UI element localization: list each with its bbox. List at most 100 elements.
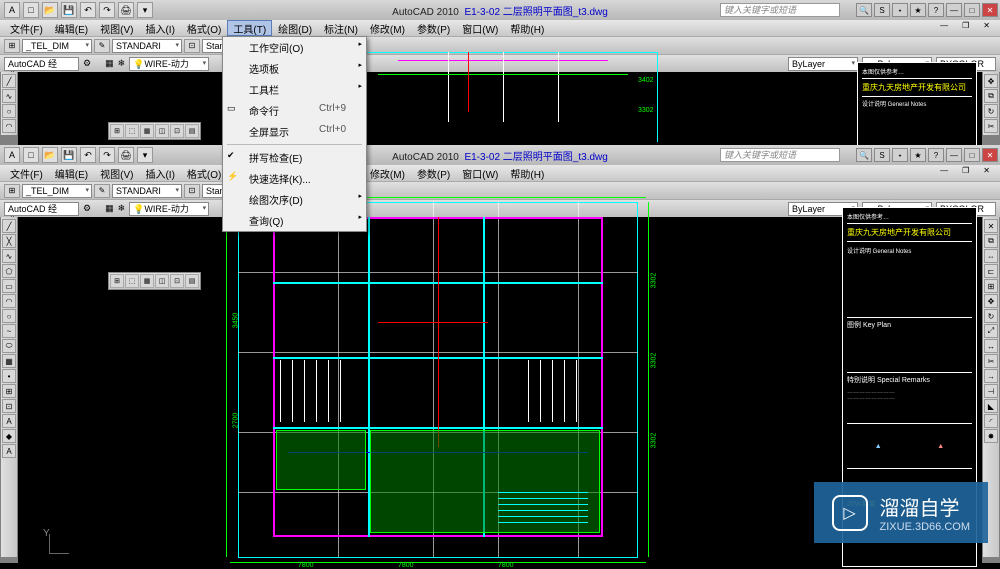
trim-icon[interactable]: ✂ [984, 119, 998, 133]
color-dropdown[interactable]: ByLayer [788, 57, 858, 71]
menu-item-toolbars[interactable]: 工具栏▸ [223, 79, 366, 100]
undo-icon[interactable]: ↶ [80, 147, 96, 163]
close-button[interactable]: ✕ [982, 3, 998, 17]
text-style-dropdown[interactable]: STANDARI [112, 184, 182, 198]
tool-icon[interactable]: ◫ [155, 274, 169, 288]
menu-edit[interactable]: 编辑(E) [49, 165, 94, 181]
floating-toolbar[interactable]: ⊞⬚ ▦◫ ⊡▤ [108, 272, 201, 290]
help-icon[interactable]: ? [928, 3, 944, 17]
point-icon[interactable]: • [2, 369, 16, 383]
menu-item-spellcheck[interactable]: ✔拼写检查(E) [223, 147, 366, 168]
menu-file[interactable]: 文件(F) [4, 165, 49, 181]
minimize-button[interactable]: — [946, 148, 962, 162]
explode-icon[interactable]: ✸ [984, 429, 998, 443]
close-button[interactable]: ✕ [982, 148, 998, 162]
menu-item-quickselect[interactable]: ⚡快速选择(K)... [223, 168, 366, 189]
layer-icon[interactable]: ▦ [105, 58, 114, 69]
xline-icon[interactable]: ╳ [2, 234, 16, 248]
menu-item-palette[interactable]: 选项板▸ [223, 58, 366, 79]
layer-icon[interactable]: ▦ [105, 203, 114, 214]
workspace-dropdown[interactable]: AutoCAD 经典 [4, 57, 79, 71]
tool-icon[interactable]: ⊞ [110, 124, 124, 138]
comm-icon[interactable]: ⋆ [892, 148, 908, 162]
tool-icon[interactable]: ⬚ [125, 274, 139, 288]
drawing-canvas[interactable]: 3402 3302 本图仅供参考… 重庆九天房地产开发有限公司 设计说明 Gen… [18, 72, 982, 145]
workspace-dropdown[interactable]: AutoCAD 经典 [4, 202, 79, 216]
circle-icon[interactable]: ○ [2, 309, 16, 323]
menu-tools[interactable]: 工具(T) [227, 20, 272, 36]
save-icon[interactable]: 💾 [61, 147, 77, 163]
dim-style-dropdown[interactable]: _TEL_DIM [22, 39, 92, 53]
redo-icon[interactable]: ↷ [99, 147, 115, 163]
erase-icon[interactable]: ✕ [984, 219, 998, 233]
copy-icon[interactable]: ⧉ [984, 89, 998, 103]
new-icon[interactable]: □ [23, 147, 39, 163]
infocenter-icon[interactable]: 🔍 [856, 148, 872, 162]
menu-view[interactable]: 视图(V) [94, 165, 139, 181]
doc-restore-icon[interactable]: ❐ [956, 20, 975, 31]
app-menu-icon[interactable]: A [4, 2, 20, 18]
menu-help[interactable]: 帮助(H) [504, 20, 550, 36]
floating-toolbar[interactable]: ⊞⬚ ▦◫ ⊡▤ [108, 122, 201, 140]
workspace-settings-icon[interactable]: ⚙ [83, 58, 91, 69]
menu-dimension[interactable]: 标注(N) [318, 20, 364, 36]
qat-dropdown-icon[interactable]: ▾ [137, 2, 153, 18]
rect-icon[interactable]: ▭ [2, 279, 16, 293]
pline-icon[interactable]: ∿ [2, 249, 16, 263]
menu-param[interactable]: 参数(P) [411, 165, 456, 181]
tool-icon[interactable]: ⊞ [4, 184, 20, 198]
table-icon[interactable]: ⊡ [2, 399, 16, 413]
move-icon[interactable]: ✥ [984, 294, 998, 308]
tool-icon[interactable]: ⊡ [184, 184, 200, 198]
layer-icon[interactable]: ❄ [118, 58, 126, 69]
tool-icon[interactable]: ✎ [94, 39, 110, 53]
scale-icon[interactable]: ⤢ [984, 324, 998, 338]
menu-item-commandline[interactable]: ▭命令行Ctrl+9 [223, 100, 366, 121]
tool-icon[interactable]: ⊞ [4, 39, 20, 53]
menu-param[interactable]: 参数(P) [411, 20, 456, 36]
tool-icon[interactable]: ✎ [94, 184, 110, 198]
tool-icon[interactable]: ▤ [185, 274, 199, 288]
workspace-settings-icon[interactable]: ⚙ [83, 203, 91, 214]
menu-insert[interactable]: 插入(I) [139, 20, 180, 36]
tool-icon[interactable]: ⊞ [110, 274, 124, 288]
tool-icon[interactable]: ⊡ [184, 39, 200, 53]
arc-icon[interactable]: ◠ [2, 119, 16, 133]
help-icon[interactable]: ? [928, 148, 944, 162]
minimize-button[interactable]: — [946, 3, 962, 17]
help-search-input[interactable]: 键入关键字或短语 [720, 148, 840, 162]
help-search-input[interactable]: 键入关键字或短语 [720, 3, 840, 17]
menu-view[interactable]: 视图(V) [94, 20, 139, 36]
menu-file[interactable]: 文件(F) [4, 20, 49, 36]
tool-icon[interactable]: ⬚ [125, 124, 139, 138]
layer-dropdown[interactable]: 💡WIRE-动力 [129, 202, 209, 216]
menu-item-inquiry[interactable]: 查询(Q)▸ [223, 210, 366, 231]
circle-icon[interactable]: ○ [2, 104, 16, 118]
doc-minimize-icon[interactable]: — [934, 20, 954, 31]
undo-icon[interactable]: ↶ [80, 2, 96, 18]
move-icon[interactable]: ✥ [984, 74, 998, 88]
spline-icon[interactable]: ~ [2, 324, 16, 338]
menu-insert[interactable]: 插入(I) [139, 165, 180, 181]
fillet-icon[interactable]: ◜ [984, 414, 998, 428]
stretch-icon[interactable]: ↔ [984, 339, 998, 353]
qat-dropdown-icon[interactable]: ▾ [137, 147, 153, 163]
maximize-button[interactable]: □ [964, 148, 980, 162]
doc-minimize-icon[interactable]: — [934, 165, 954, 176]
layer-icon[interactable]: ❄ [118, 203, 126, 214]
copy-icon[interactable]: ⧉ [984, 234, 998, 248]
new-icon[interactable]: □ [23, 2, 39, 18]
menu-draw[interactable]: 绘图(D) [272, 20, 318, 36]
polygon-icon[interactable]: ⬠ [2, 264, 16, 278]
maximize-button[interactable]: □ [964, 3, 980, 17]
menu-format[interactable]: 格式(O) [181, 165, 227, 181]
mirror-icon[interactable]: ⇔ [984, 249, 998, 263]
save-icon[interactable]: 💾 [61, 2, 77, 18]
comm-icon[interactable]: ⋆ [892, 3, 908, 17]
menu-window[interactable]: 窗口(W) [456, 20, 504, 36]
menu-item-workspace[interactable]: 工作空间(O)▸ [223, 37, 366, 58]
line-icon[interactable]: ╱ [2, 74, 16, 88]
rotate-icon[interactable]: ↻ [984, 104, 998, 118]
tool-icon[interactable]: ▦ [140, 124, 154, 138]
app-menu-icon[interactable]: A [4, 147, 20, 163]
